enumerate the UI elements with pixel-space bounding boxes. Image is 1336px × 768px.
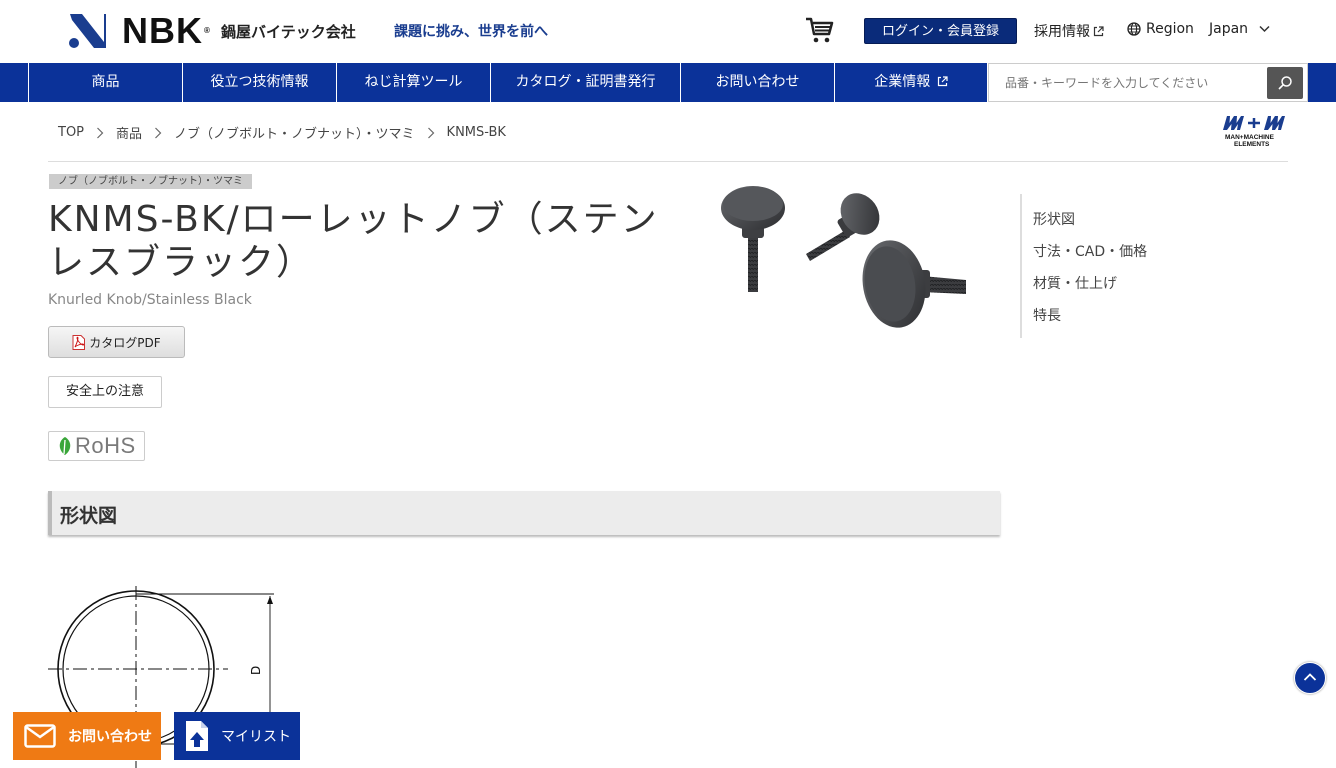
product-subtitle: Knurled Knob/Stainless Black (48, 292, 252, 308)
product-title: KNMS-BK/ローレットノブ（ステンレスブラック） (48, 199, 659, 283)
mylist-document-icon (186, 721, 208, 751)
side-link-dimensions[interactable]: 寸法・CAD・価格 (1033, 241, 1147, 261)
nav-item-catalog[interactable]: カタログ・証明書発行 (490, 63, 680, 102)
chevron-up-icon (1303, 673, 1317, 681)
recruit-label: 採用情報 (1034, 24, 1090, 40)
logo-wordmark: NBK® (122, 10, 211, 51)
floating-contact-button[interactable]: お問い合わせ (13, 712, 161, 760)
breadcrumb-current: KNMS-BK (446, 125, 506, 140)
breadcrumb: TOP 商品 ノブ（ノブボルト・ノブナット）・ツマミ KNMS-BK (58, 123, 506, 142)
search-box (988, 63, 1308, 102)
nav-item-contact[interactable]: お問い合わせ (680, 63, 834, 102)
man-machine-elements-logo: MAN+MACHINE ELEMENTS (1223, 116, 1285, 148)
cart-icon[interactable] (804, 15, 834, 45)
external-link-icon (1093, 25, 1104, 36)
floating-contact-label: お問い合わせ (68, 729, 152, 745)
brand-line-1: MAN+MACHINE (1225, 134, 1275, 141)
scroll-to-top-button[interactable] (1294, 662, 1326, 694)
breadcrumb-products[interactable]: 商品 (116, 123, 142, 142)
side-link-features[interactable]: 特長 (1033, 305, 1061, 325)
side-link-shape-diagram[interactable]: 形状図 (1033, 209, 1075, 229)
region-selector[interactable]: Region (1127, 21, 1194, 37)
floating-mylist-label: マイリスト (221, 729, 291, 745)
pdf-icon (72, 334, 86, 350)
nav-item-technical-info[interactable]: 役立つ技術情報 (182, 63, 336, 102)
safety-notice-button[interactable]: 安全上の注意 (48, 376, 162, 408)
search-input[interactable] (989, 64, 1259, 101)
side-link-material[interactable]: 材質・仕上げ (1033, 273, 1117, 293)
nav-item-products[interactable]: 商品 (28, 63, 182, 102)
nav-item-company-label: 企業情報 (874, 74, 931, 90)
country-dropdown[interactable]: Japan (1209, 21, 1270, 37)
login-register-button[interactable]: ログイン・会員登録 (864, 18, 1017, 44)
rohs-badge: RoHS (48, 431, 145, 461)
brand-line-2: ELEMENTS (1234, 141, 1270, 148)
product-image (721, 186, 966, 328)
breadcrumb-category[interactable]: ノブ（ノブボルト・ノブナット）・ツマミ (174, 123, 415, 142)
nbk-logo[interactable]: NBK® (68, 12, 211, 50)
nbk-logo-mark-icon (69, 14, 106, 48)
rohs-label: RoHS (75, 433, 136, 458)
nav-item-screw-calc[interactable]: ねじ計算ツール (336, 63, 490, 102)
globe-icon (1127, 22, 1141, 36)
chevron-down-icon (1259, 25, 1270, 33)
search-icon (1278, 76, 1292, 90)
category-tag: ノブ（ノブボルト・ノブナット）・ツマミ (49, 174, 252, 189)
region-label: Region (1146, 21, 1194, 37)
dimension-d-label: D (249, 666, 263, 675)
leaf-icon (59, 437, 71, 455)
breadcrumb-top[interactable]: TOP (58, 125, 84, 140)
chevron-right-icon (427, 127, 434, 138)
section-header-shape: 形状図 (48, 491, 1000, 535)
search-button[interactable] (1267, 67, 1303, 99)
nav-item-company[interactable]: 企業情報 (834, 63, 988, 102)
global-nav: 商品 役立つ技術情報 ねじ計算ツール カタログ・証明書発行 お問い合わせ 企業情… (0, 63, 1336, 102)
country-label: Japan (1209, 21, 1249, 37)
company-name: 鍋屋バイテック会社 (221, 23, 356, 41)
catalog-pdf-button[interactable]: カタログPDF (48, 326, 185, 358)
tagline-link[interactable]: 課題に挑み、世界を前へ (394, 21, 548, 41)
chevron-right-icon (155, 127, 162, 138)
external-link-icon (937, 76, 948, 87)
site-header: NBK® 鍋屋バイテック会社 課題に挑み、世界を前へ ログイン・会員登録 採用情… (0, 0, 1336, 63)
chevron-right-icon (97, 127, 104, 138)
page-side-nav: 形状図 寸法・CAD・価格 材質・仕上げ 特長 (1020, 194, 1170, 338)
section-title: 形状図 (60, 505, 118, 527)
catalog-pdf-label: カタログPDF (89, 335, 161, 350)
mail-icon (24, 724, 56, 748)
recruit-link[interactable]: 採用情報 (1034, 21, 1104, 41)
breadcrumb-divider (48, 161, 1288, 162)
floating-mylist-button[interactable]: マイリスト (174, 712, 300, 760)
